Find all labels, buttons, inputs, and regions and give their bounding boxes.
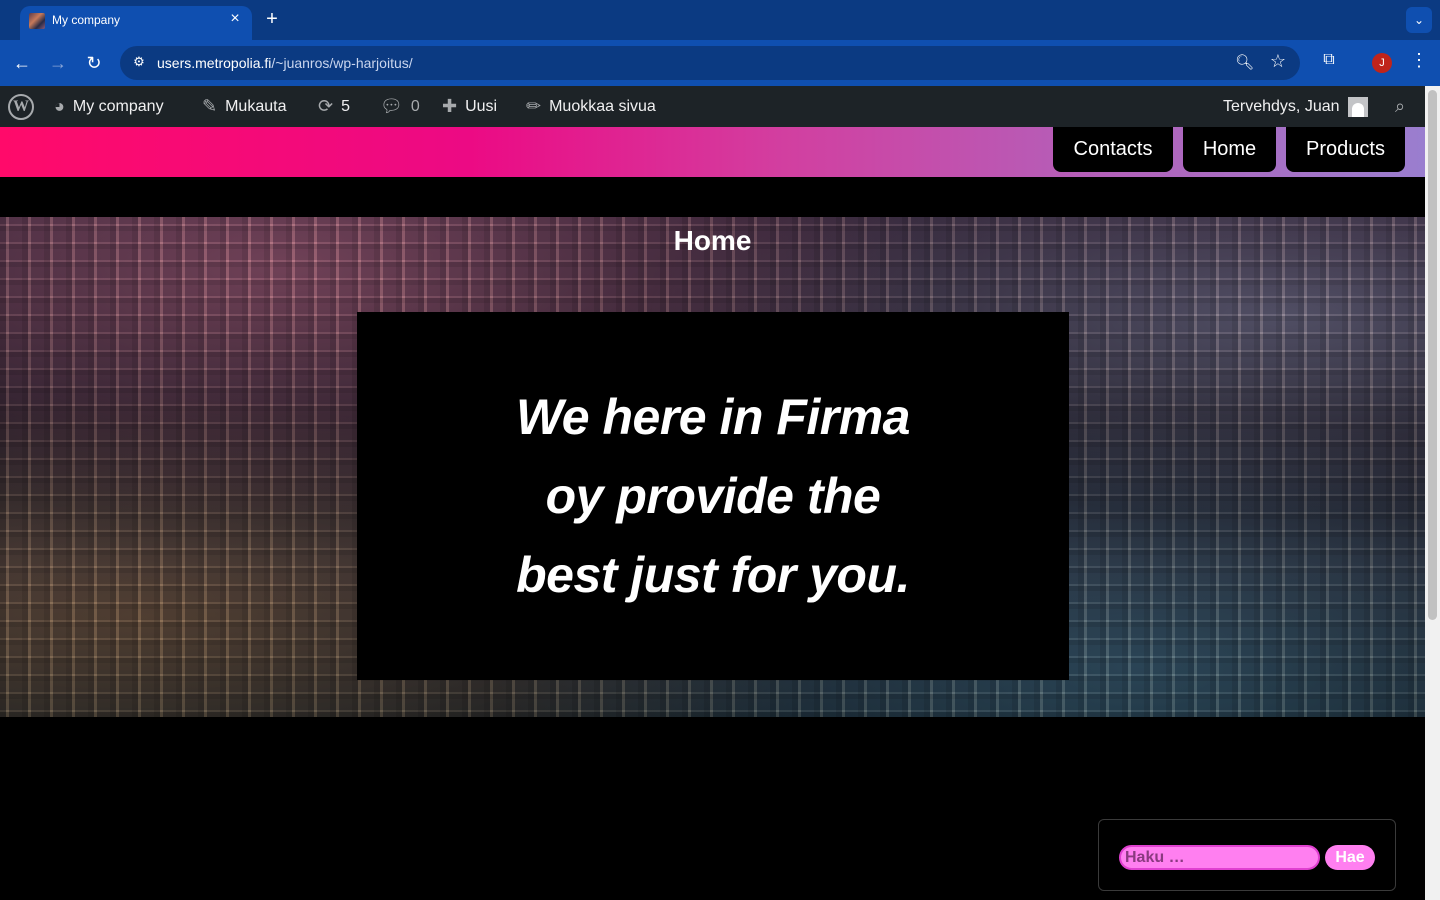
site-info-icon[interactable]: ⚙: [130, 54, 148, 72]
paintbrush-icon: ✎: [202, 96, 218, 116]
site-header: Contacts Home Products: [0, 127, 1425, 177]
site-name-menu[interactable]: ◕ My company: [54, 86, 164, 127]
greeting-label: Tervehdys, Juan: [1223, 97, 1340, 115]
new-content-menu[interactable]: ✚ Uusi: [442, 86, 497, 127]
wp-logo-menu[interactable]: W: [8, 86, 34, 127]
tab-search-chevron-icon[interactable]: ⌄: [1406, 7, 1432, 33]
edit-page-link[interactable]: ✏︎ Muokkaa sivua: [526, 86, 656, 127]
magnifier-icon: ⌕: [1395, 96, 1406, 116]
hero-tagline: We here in Firma oy provide the best jus…: [516, 388, 910, 603]
browser-toolbar: ← → ↻ ⚙ users.metropolia.fi/~juanros/wp-…: [0, 40, 1440, 86]
forward-arrow-icon[interactable]: →: [46, 51, 70, 75]
profile-avatar[interactable]: J: [1372, 53, 1392, 73]
pencil-icon: ✏︎: [526, 96, 542, 116]
bookmark-star-icon[interactable]: ☆: [1270, 51, 1286, 72]
dashboard-gauge-icon: ◕: [54, 96, 65, 116]
customize-link[interactable]: ✎ Mukauta: [202, 86, 286, 127]
new-label: Uusi: [465, 97, 498, 115]
comments-link[interactable]: 💬︎ 0: [380, 86, 420, 127]
new-tab-button[interactable]: +: [262, 8, 282, 30]
nav-contacts[interactable]: Contacts: [1053, 127, 1173, 172]
edit-page-label: Muokkaa sivua: [549, 97, 656, 115]
customize-label: Mukauta: [225, 97, 287, 115]
updates-count: 5: [341, 97, 350, 115]
site-name-label: My company: [72, 97, 164, 115]
zoom-icon[interactable]: 🔍︎: [1235, 53, 1254, 71]
browser-menu-icon[interactable]: ⋮: [1410, 50, 1428, 74]
url-text[interactable]: users.metropolia.fi/~juanros/wp-harjoitu…: [157, 55, 413, 71]
page-title: Home: [673, 225, 752, 256]
comments-count: 0: [410, 97, 420, 115]
plus-icon: ✚: [442, 96, 458, 116]
search-widget: Haku … Hae: [1098, 819, 1396, 891]
hero-city-image: Home We here in Firma oy provide the bes…: [0, 217, 1425, 717]
page-scrollbar[interactable]: [1425, 86, 1440, 900]
wordpress-logo-icon: W: [8, 93, 34, 120]
search-input[interactable]: Haku …: [1119, 845, 1320, 870]
nav-products[interactable]: Products: [1286, 127, 1405, 172]
my-account-menu[interactable]: Tervehdys, Juan: [1223, 86, 1368, 127]
tab-close-icon[interactable]: ×: [226, 10, 244, 28]
wp-admin-bar: W ◕ My company ✎ Mukauta ⟳ 5 💬︎ 0 ✚ Uusi…: [0, 86, 1440, 127]
tab-title: My company: [52, 13, 121, 27]
admin-search-icon[interactable]: ⌕: [1395, 86, 1405, 127]
browser-tab-strip: My company × + ⌄: [0, 0, 1440, 40]
browser-tab[interactable]: My company ×: [20, 6, 252, 40]
updates-link[interactable]: ⟳ 5: [318, 86, 350, 127]
hero-text-box: We here in Firma oy provide the best jus…: [357, 312, 1069, 680]
updates-refresh-icon: ⟳: [318, 96, 334, 116]
address-bar[interactable]: ⚙ users.metropolia.fi/~juanros/wp-harjoi…: [120, 46, 1300, 80]
search-button[interactable]: Hae: [1325, 845, 1375, 870]
site-favicon-icon: [29, 13, 45, 29]
scrollbar-thumb[interactable]: [1428, 90, 1437, 620]
user-avatar: [1347, 96, 1368, 117]
reload-icon[interactable]: ↻: [82, 51, 106, 75]
comment-bubble-icon: 💬︎: [380, 96, 403, 116]
nav-home[interactable]: Home: [1183, 127, 1276, 172]
back-arrow-icon[interactable]: ←: [10, 51, 34, 75]
extensions-puzzle-icon[interactable]: ⧉: [1318, 51, 1340, 73]
